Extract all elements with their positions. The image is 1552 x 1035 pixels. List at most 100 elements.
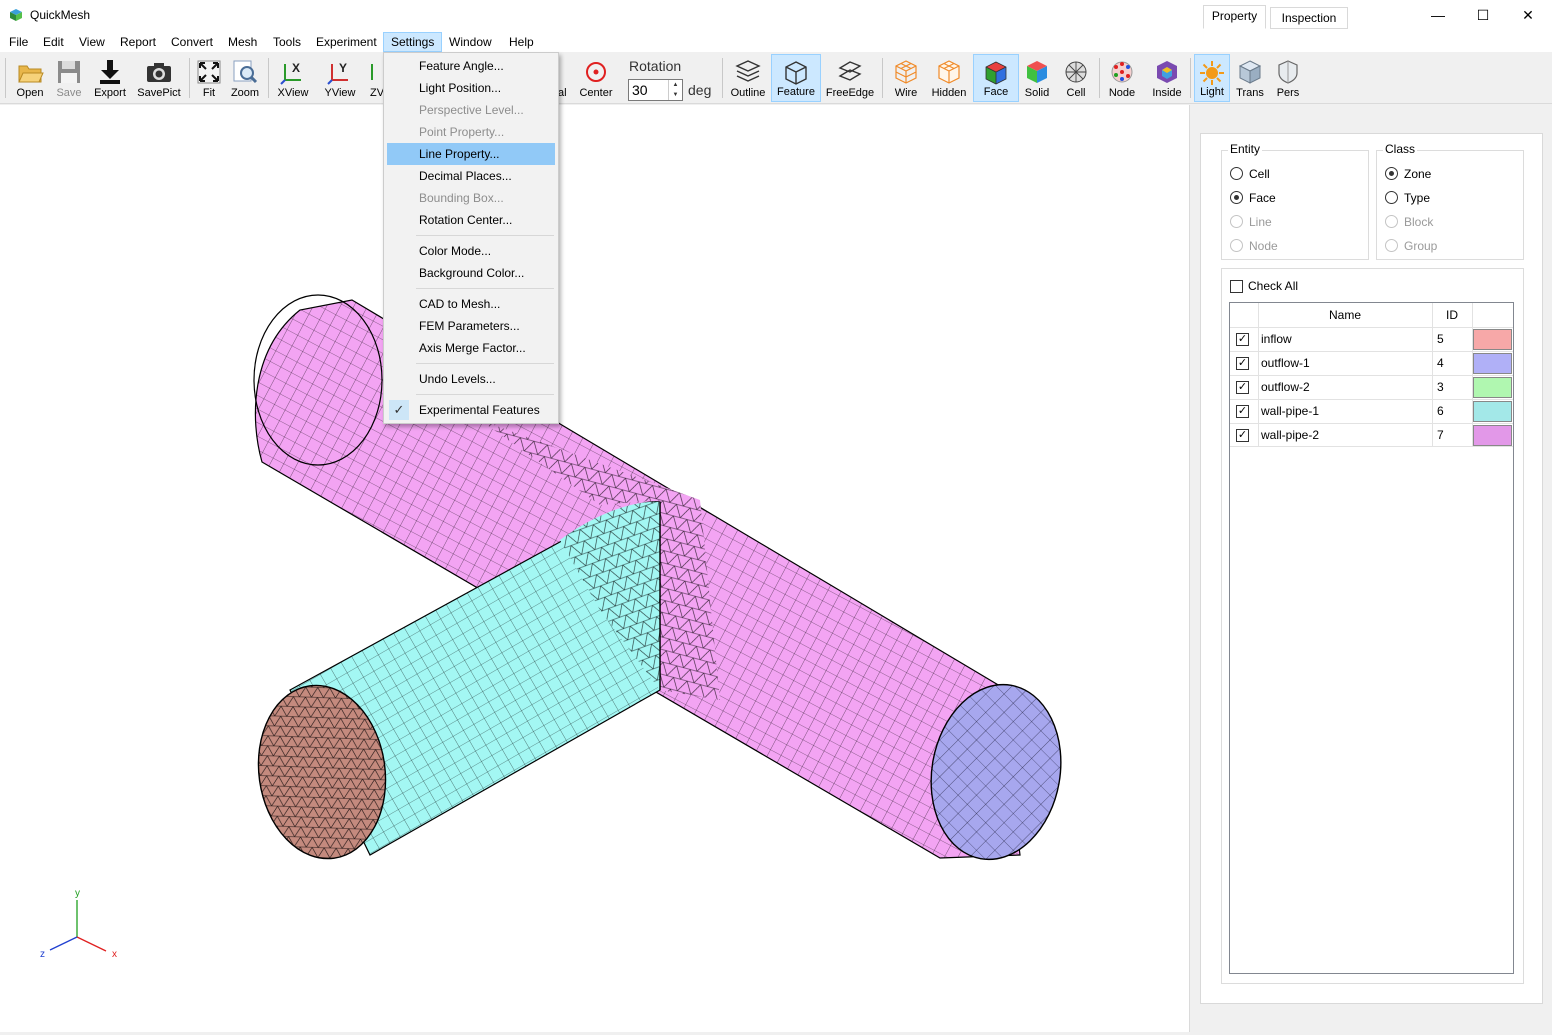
feature-button[interactable]: Feature (771, 54, 821, 102)
mesh-render[interactable]: y x z (0, 105, 1190, 1032)
tab-inspection[interactable]: Inspection (1270, 7, 1348, 29)
menu-item-experimental-features[interactable]: ✓ Experimental Features (387, 399, 555, 421)
center-button[interactable]: Center (575, 54, 617, 102)
column-header-name[interactable]: Name (1258, 304, 1432, 328)
row-id: 7 (1437, 428, 1444, 442)
settings-dropdown-menu: Feature Angle... Light Position... Persp… (383, 52, 559, 424)
menu-item-line-property[interactable]: Line Property... (387, 143, 555, 165)
zone-grid: Name ID ✓ inflow 5 ✓ outflow-1 4 ✓ outfl… (1229, 302, 1514, 974)
xview-label: XView (277, 87, 309, 99)
entity-cell-radio[interactable]: Cell (1230, 165, 1270, 183)
open-button[interactable]: Open (10, 54, 50, 102)
row-checkbox[interactable]: ✓ (1236, 381, 1249, 394)
trans-label: Trans (1236, 87, 1264, 99)
menu-item-undo-levels[interactable]: Undo Levels... (387, 368, 555, 390)
normal-view-label: al (558, 87, 567, 99)
rotation-input[interactable]: 30 ▲ ▼ (628, 79, 683, 101)
row-color-swatch[interactable] (1473, 329, 1512, 350)
cube-feature-icon (785, 61, 807, 85)
table-row[interactable]: ✓ inflow 5 (1230, 327, 1513, 351)
menu-file[interactable]: File (2, 32, 35, 52)
zview-button[interactable]: ZV (364, 54, 384, 102)
menu-item-cad-to-mesh[interactable]: CAD to Mesh... (387, 293, 555, 315)
trans-button[interactable]: Trans (1232, 54, 1268, 102)
menu-help[interactable]: Help (502, 32, 541, 52)
stepper-down-icon[interactable]: ▼ (669, 90, 682, 100)
menu-report[interactable]: Report (113, 32, 163, 52)
stepper-up-icon[interactable]: ▲ (669, 80, 682, 90)
face-button[interactable]: Face (973, 54, 1019, 102)
menu-item-light-position[interactable]: Light Position... (387, 77, 555, 99)
row-id: 6 (1437, 404, 1444, 418)
pers-label: Pers (1276, 87, 1300, 99)
row-name: wall-pipe-1 (1261, 404, 1320, 418)
3d-viewport[interactable]: y x z (0, 105, 1190, 1032)
layers-outline-icon (735, 60, 761, 82)
hidden-button[interactable]: Hidden (928, 54, 970, 102)
outline-button[interactable]: Outline (727, 54, 769, 102)
normal-view-button[interactable]: al (558, 54, 570, 102)
row-checkbox[interactable]: ✓ (1236, 333, 1249, 346)
table-row[interactable]: ✓ outflow-1 4 (1230, 351, 1513, 375)
close-button[interactable]: ✕ (1505, 0, 1551, 30)
menu-item-decimal-places[interactable]: Decimal Places... (387, 165, 555, 187)
table-row[interactable]: ✓ wall-pipe-1 6 (1230, 399, 1513, 423)
menu-item-background-color[interactable]: Background Color... (387, 262, 555, 284)
menu-view[interactable]: View (72, 32, 112, 52)
zview-label: ZV (370, 87, 385, 99)
wire-button[interactable]: Wire (887, 54, 925, 102)
export-button[interactable]: Export (89, 54, 131, 102)
row-color-swatch[interactable] (1473, 353, 1512, 374)
menu-item-color-mode[interactable]: Color Mode... (387, 240, 555, 262)
menu-tools[interactable]: Tools (266, 32, 308, 52)
menu-item-rotation-center[interactable]: Rotation Center... (387, 209, 555, 231)
axis-y-label: y (75, 888, 80, 899)
inside-button[interactable]: Inside (1147, 54, 1187, 102)
menu-bar: File Edit View Report Convert Mesh Tools… (0, 30, 1552, 52)
savepict-button[interactable]: SavePict (134, 54, 184, 102)
menu-settings[interactable]: Settings (383, 32, 443, 52)
table-row[interactable]: ✓ wall-pipe-2 7 (1230, 423, 1513, 447)
yview-button[interactable]: Y YView (320, 54, 360, 102)
open-label: Open (16, 87, 44, 99)
row-checkbox[interactable]: ✓ (1236, 405, 1249, 418)
sun-light-icon (1200, 61, 1224, 85)
zoom-button[interactable]: Zoom (228, 54, 262, 102)
column-header-id[interactable]: ID (1432, 304, 1472, 328)
menu-item-axis-merge-factor[interactable]: Axis Merge Factor... (387, 337, 555, 359)
row-checkbox[interactable]: ✓ (1236, 357, 1249, 370)
fit-button[interactable]: Fit (193, 54, 225, 102)
minimize-button[interactable]: — (1415, 0, 1461, 30)
menu-window[interactable]: Window (442, 32, 499, 52)
solid-button[interactable]: Solid (1020, 54, 1054, 102)
menu-experiment[interactable]: Experiment (309, 32, 384, 52)
menu-item-fem-parameters[interactable]: FEM Parameters... (387, 315, 555, 337)
tab-property[interactable]: Property (1203, 5, 1266, 29)
menu-item-feature-angle[interactable]: Feature Angle... (387, 55, 555, 77)
cell-button[interactable]: Cell (1058, 54, 1094, 102)
save-button[interactable]: Save (50, 54, 88, 102)
menu-convert[interactable]: Convert (164, 32, 220, 52)
y-axis-view-icon: Y (327, 61, 348, 85)
free-edge-icon (838, 61, 862, 81)
row-color-swatch[interactable] (1473, 401, 1512, 422)
node-button[interactable]: Node (1104, 54, 1140, 102)
row-color-swatch[interactable] (1473, 377, 1512, 398)
feature-label: Feature (777, 86, 815, 98)
freeedge-button[interactable]: FreeEdge (823, 54, 877, 102)
table-row[interactable]: ✓ outflow-2 3 (1230, 375, 1513, 399)
menu-edit[interactable]: Edit (36, 32, 71, 52)
light-button[interactable]: Light (1194, 54, 1230, 102)
toolbar-grip (5, 58, 6, 98)
row-color-swatch[interactable] (1473, 425, 1512, 446)
class-zone-radio[interactable]: Zone (1385, 165, 1431, 183)
check-all-checkbox[interactable] (1230, 280, 1243, 293)
rotation-stepper[interactable]: ▲ ▼ (668, 80, 682, 100)
menu-mesh[interactable]: Mesh (221, 32, 264, 52)
class-type-radio[interactable]: Type (1385, 189, 1430, 207)
xview-button[interactable]: X XView (274, 54, 312, 102)
row-checkbox[interactable]: ✓ (1236, 429, 1249, 442)
maximize-button[interactable]: ☐ (1460, 0, 1506, 30)
pers-button[interactable]: Pers (1270, 54, 1306, 102)
entity-face-radio[interactable]: Face (1230, 189, 1276, 207)
